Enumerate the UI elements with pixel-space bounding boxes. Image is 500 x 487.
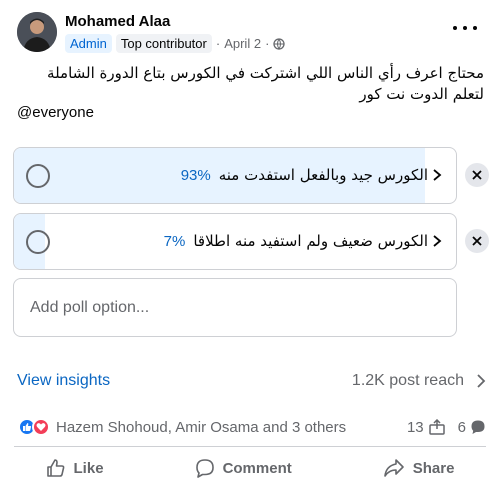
- poll-option-text: الكورس ضعيف ولم استفيد منه اطلاقا 7%: [164, 232, 428, 250]
- chevron-right-icon[interactable]: [432, 234, 442, 248]
- admin-badge: Admin: [65, 34, 112, 53]
- comment-button[interactable]: Comment: [177, 454, 310, 482]
- like-label: Like: [73, 459, 104, 477]
- separator-dot: ·: [265, 36, 270, 51]
- reactions-bar: Hazem Shohoud, Amir Osama and 3 others 1…: [18, 417, 486, 437]
- close-icon: [472, 236, 482, 246]
- poll-option[interactable]: الكورس ضعيف ولم استفيد منه اطلاقا 7%: [13, 213, 457, 270]
- thumbs-up-icon: [46, 459, 64, 477]
- share-count-icon: [428, 419, 445, 435]
- comment-label: Comment: [222, 459, 292, 477]
- post-reach[interactable]: 1.2K post reach: [352, 372, 486, 390]
- view-insights-link[interactable]: View insights: [17, 372, 110, 390]
- globe-icon: [273, 37, 286, 50]
- top-contributor-badge: Top contributor: [115, 34, 212, 53]
- comments-count[interactable]: 6: [458, 419, 486, 436]
- chevron-right-icon: [477, 374, 486, 388]
- like-button[interactable]: Like: [28, 454, 122, 482]
- poll-radio[interactable]: [26, 230, 50, 254]
- share-icon: [383, 459, 404, 477]
- shares-count-value: 13: [406, 418, 424, 436]
- post-header: Mohamed Alaa Admin Top contributor · Apr…: [17, 12, 487, 56]
- add-poll-option-input[interactable]: Add poll option...: [13, 278, 457, 337]
- poll-option-label: الكورس جيد وبالفعل استفدت منه: [218, 166, 428, 184]
- separator-dot: ·: [215, 36, 221, 51]
- poll-option-label: الكورس ضعيف ولم استفيد منه اطلاقا: [193, 232, 428, 250]
- chevron-right-icon[interactable]: [432, 168, 442, 182]
- poll-radio[interactable]: [26, 164, 50, 188]
- share-label: Share: [412, 459, 455, 477]
- more-options-icon[interactable]: [453, 20, 477, 36]
- remove-option-button[interactable]: [465, 163, 489, 187]
- poll-option[interactable]: الكورس جيد وبالفعل استفدت منه 93%: [13, 147, 457, 204]
- post-date[interactable]: April 2: [224, 36, 261, 51]
- mention-tag[interactable]: @everyone: [17, 104, 94, 121]
- engagement-counts: 13 6: [407, 419, 486, 436]
- share-button[interactable]: Share: [365, 454, 473, 482]
- remove-option-button[interactable]: [465, 229, 489, 253]
- reaction-icons[interactable]: [18, 418, 50, 436]
- action-bar: Like Comment Share: [0, 452, 500, 484]
- comment-count-icon: [471, 420, 485, 434]
- poll-option-percent: 7%: [163, 232, 186, 250]
- shares-count[interactable]: 13: [407, 419, 446, 436]
- poll-option-text: الكورس جيد وبالفعل استفدت منه 93%: [181, 166, 428, 184]
- post-reach-text: 1.2K post reach: [351, 372, 464, 389]
- divider: [14, 446, 486, 447]
- post-meta: Admin Top contributor · April 2 ·: [65, 34, 286, 53]
- comment-icon: [195, 459, 214, 478]
- post-text: محتاج اعرف رأي الناس اللي اشتركت في الكو…: [47, 64, 484, 103]
- author-name[interactable]: Mohamed Alaa: [65, 13, 170, 30]
- poll-option-percent: 93%: [180, 166, 211, 184]
- close-icon: [472, 170, 482, 180]
- comments-count-value: 6: [457, 418, 466, 436]
- love-reaction-icon: [32, 418, 50, 436]
- reaction-names[interactable]: Hazem Shohoud, Amir Osama and 3 others: [56, 419, 346, 436]
- avatar[interactable]: [17, 12, 57, 52]
